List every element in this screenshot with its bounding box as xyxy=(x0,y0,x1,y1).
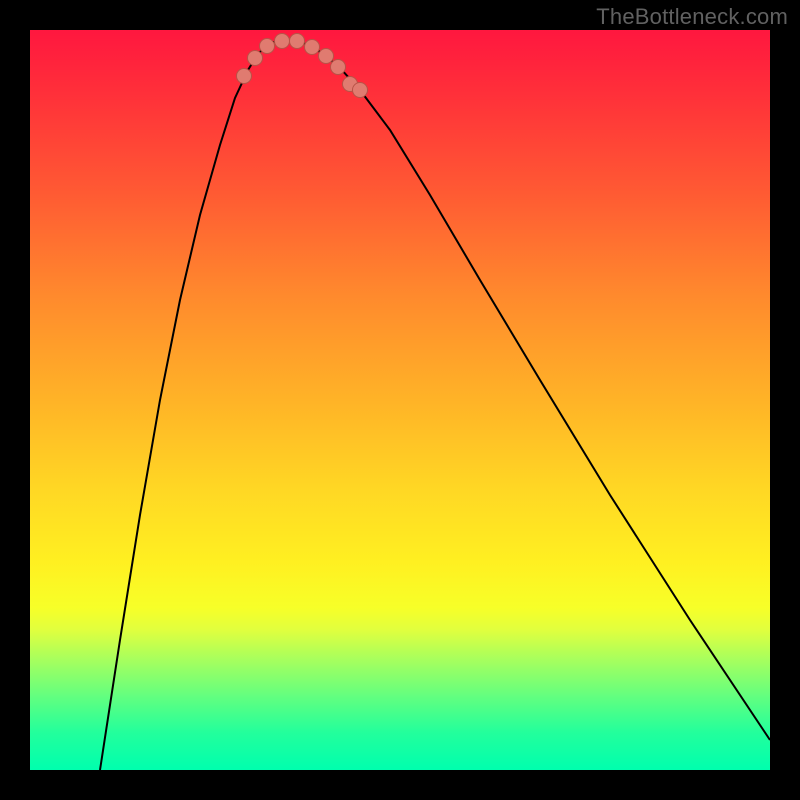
curve-marker xyxy=(290,34,305,49)
curve-marker xyxy=(305,40,320,55)
curve-marker xyxy=(331,60,346,75)
curve-marker xyxy=(260,39,275,54)
chart-container: TheBottleneck.com xyxy=(0,0,800,800)
watermark-text: TheBottleneck.com xyxy=(596,4,788,30)
curve-marker xyxy=(248,51,263,66)
curve-marker xyxy=(237,69,252,84)
bottleneck-curve xyxy=(100,40,770,770)
curve-marker xyxy=(275,34,290,49)
curve-marker xyxy=(353,83,368,98)
curve-marker xyxy=(319,49,334,64)
curve-markers xyxy=(237,34,368,98)
plot-area xyxy=(30,30,770,770)
curve-svg xyxy=(30,30,770,770)
